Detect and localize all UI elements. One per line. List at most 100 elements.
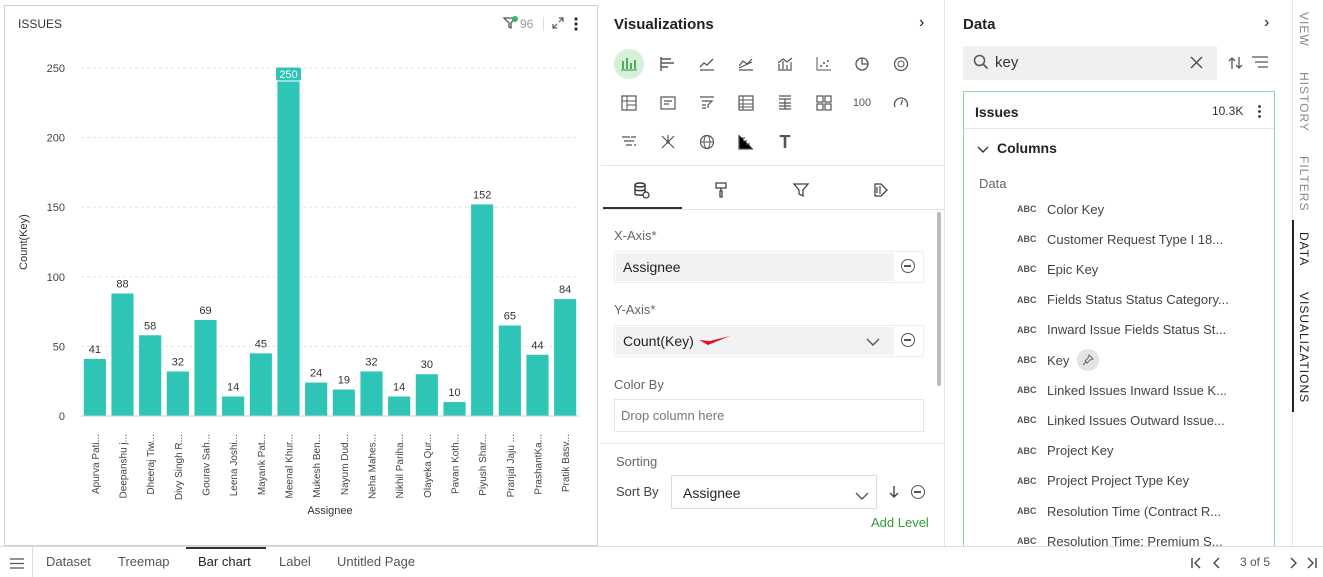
column-type-badge: ABC — [1017, 475, 1037, 486]
column-name: Linked Issues Outward Issue... — [1047, 412, 1225, 428]
sort-by-value: Assignee — [683, 485, 741, 501]
chevron-down-icon[interactable] — [866, 334, 880, 352]
column-item[interactable]: ABC Resolution Time (Contract R... — [1017, 501, 1221, 521]
y-axis-label: Y-Axis* — [614, 302, 656, 317]
column-item[interactable]: ABC Customer Request Type I 18... — [1017, 229, 1223, 249]
next-page-icon[interactable] — [1289, 556, 1299, 574]
bar-value-label: 84 — [559, 284, 571, 296]
bar-value-label: 30 — [421, 359, 433, 371]
horizontal-bar-icon[interactable] — [653, 49, 683, 79]
rail-tab-view[interactable]: VIEW — [1297, 12, 1311, 47]
x-tick-label: Mayank Pat... — [257, 434, 268, 495]
bar — [360, 371, 383, 416]
table-icon[interactable] — [731, 88, 761, 118]
rail-tab-data[interactable]: DATA — [1297, 232, 1311, 266]
funnel-icon[interactable] — [614, 127, 644, 157]
line-chart-icon[interactable] — [692, 49, 722, 79]
analytics-tab[interactable] — [841, 170, 921, 210]
search-input[interactable]: key — [995, 54, 1018, 71]
collapse-visualizations-icon[interactable]: › — [919, 14, 924, 32]
bar-value-label: 14 — [227, 382, 239, 394]
x-tick-label: Piyush Shar... — [478, 434, 489, 496]
text-icon[interactable]: T — [770, 127, 800, 157]
menu-icon[interactable] — [10, 556, 24, 574]
column-item[interactable]: ABC Project Key — [1017, 441, 1113, 461]
sort-icon[interactable] — [1228, 56, 1244, 75]
format-tab[interactable] — [681, 170, 761, 210]
columns-chevron-icon[interactable] — [977, 142, 989, 160]
rail-tab-history[interactable]: HISTORY — [1297, 72, 1311, 132]
column-item[interactable]: ABC Key — [1017, 349, 1100, 371]
data-settings-tab[interactable] — [601, 170, 681, 210]
remove-x-axis-icon[interactable] — [901, 259, 915, 273]
sort-chevron-down-icon[interactable] — [855, 488, 869, 506]
column-item[interactable]: ABC Color Key — [1017, 199, 1104, 219]
red-annotation-mark — [698, 334, 732, 352]
pin-icon[interactable] — [1077, 349, 1100, 371]
filter-tab[interactable] — [761, 170, 841, 210]
first-page-icon[interactable] — [1190, 556, 1202, 574]
pivot-table-icon[interactable] — [614, 88, 644, 118]
rail-tab-visualizations[interactable]: VISUALIZATIONS — [1297, 292, 1311, 403]
bar-value-label: 69 — [199, 305, 211, 317]
number-100-icon[interactable]: 100 — [847, 88, 877, 118]
scatter-chart-icon[interactable] — [809, 49, 839, 79]
page-tab-label[interactable]: Label — [279, 554, 311, 569]
grid-icon[interactable] — [809, 88, 839, 118]
column-item[interactable]: ABC Inward Issue Fields Status St... — [1017, 320, 1226, 340]
scrollbar[interactable] — [937, 212, 941, 386]
x-tick-label: Pranjal Jaju ... — [506, 434, 517, 497]
bar — [277, 68, 300, 416]
globe-icon[interactable] — [692, 127, 722, 157]
list-filter-icon[interactable] — [692, 88, 722, 118]
combo-chart-icon[interactable] — [770, 49, 800, 79]
page-tabs-bar: Dataset Treemap Bar chart Label Untitled… — [0, 546, 1323, 577]
area-chart-icon[interactable] — [731, 49, 761, 79]
column-item[interactable]: ABC Epic Key — [1017, 259, 1098, 279]
clear-search-icon[interactable] — [1190, 56, 1203, 74]
bar — [526, 354, 549, 416]
prev-page-icon[interactable] — [1211, 556, 1221, 574]
card-icon[interactable] — [653, 88, 683, 118]
donut-chart-icon[interactable] — [886, 49, 916, 79]
column-name: Project Key — [1047, 443, 1114, 459]
dataset-divider — [964, 128, 1274, 129]
column-item[interactable]: ABC Linked Issues Inward Issue K... — [1017, 380, 1227, 400]
grouped-table-icon[interactable] — [770, 88, 800, 118]
page-tab-treemap[interactable]: Treemap — [118, 554, 170, 569]
page-tab-untitled[interactable]: Untitled Page — [337, 554, 415, 569]
bar — [554, 299, 577, 416]
bar — [166, 371, 189, 416]
collapse-data-icon[interactable]: › — [1264, 14, 1269, 32]
remove-sort-icon[interactable] — [911, 485, 925, 499]
column-type-badge: ABC — [1017, 355, 1037, 365]
bar-value-label: 45 — [255, 338, 267, 350]
column-name: Inward Issue Fields Status St... — [1047, 322, 1227, 338]
bar-value-label: 44 — [531, 340, 543, 352]
bar — [249, 353, 272, 416]
column-item[interactable]: ABC Linked Issues Outward Issue... — [1017, 410, 1225, 430]
gauge-icon[interactable] — [886, 88, 916, 118]
dataset-more-icon[interactable] — [1257, 104, 1262, 124]
data-panel: Data › key Issues 10.3K Columns Data ABC… — [947, 0, 1289, 551]
filter-list-icon[interactable] — [1251, 56, 1269, 74]
column-name: Resolution Time (Contract R... — [1047, 503, 1222, 519]
bar-chart-icon[interactable] — [614, 49, 644, 79]
bar-value-label: 14 — [393, 382, 405, 394]
page-tab-dataset[interactable]: Dataset — [46, 554, 91, 569]
remove-y-axis-icon[interactable] — [901, 333, 915, 347]
waterfall-icon[interactable] — [731, 127, 761, 157]
y-tick-label: 150 — [47, 202, 65, 214]
pie-chart-icon[interactable] — [847, 49, 877, 79]
network-icon[interactable] — [653, 127, 683, 157]
add-level-link[interactable]: Add Level — [871, 515, 929, 530]
rail-tab-filters[interactable]: FILTERS — [1297, 156, 1311, 211]
bar-value-label: 152 — [473, 189, 491, 201]
side-rail: VIEW HISTORY FILTERS DATA VISUALIZATIONS — [1292, 0, 1323, 546]
column-item[interactable]: ABC Project Project Type Key — [1017, 471, 1189, 491]
column-item[interactable]: ABC Fields Status Status Category... — [1017, 290, 1229, 310]
columns-label[interactable]: Columns — [997, 140, 1057, 156]
page-tab-bar-chart[interactable]: Bar chart — [198, 554, 251, 569]
sort-direction-icon[interactable] — [888, 484, 900, 505]
last-page-icon[interactable] — [1306, 556, 1318, 574]
